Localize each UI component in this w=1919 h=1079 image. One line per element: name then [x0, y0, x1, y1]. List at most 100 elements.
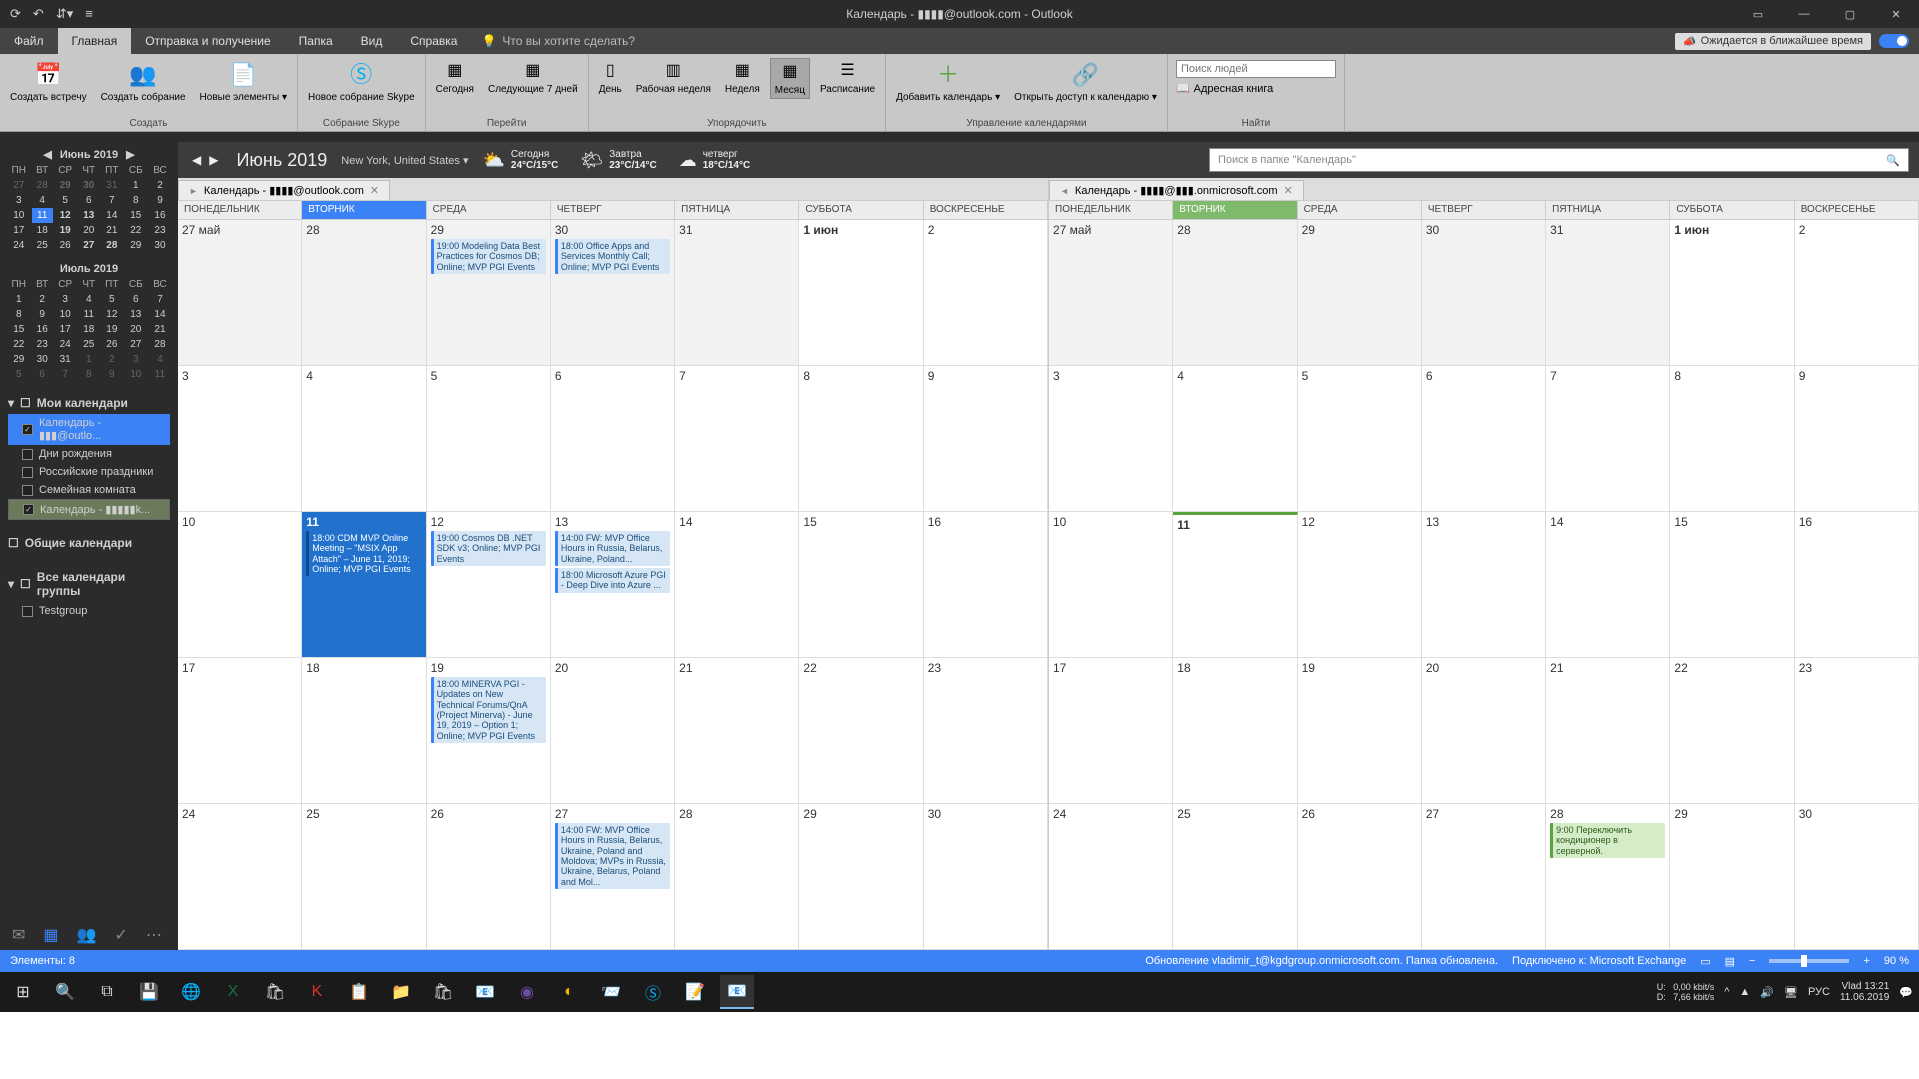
share-calendar-button[interactable]: 🔗Открыть доступ к календарю ▾ [1010, 58, 1161, 105]
more-icon[interactable]: ⋯ [146, 925, 162, 945]
start-button[interactable]: ⊞ [6, 975, 40, 1009]
taskbar-skype[interactable]: Ⓢ [636, 975, 670, 1009]
add-calendar-button[interactable]: ＋Добавить календарь ▾ [892, 58, 1004, 105]
zoom-in-icon[interactable]: + [1863, 955, 1869, 967]
taskbar-explorer[interactable]: 📁 [384, 975, 418, 1009]
taskbar-app[interactable]: ◉ [510, 975, 544, 1009]
taskbar-app[interactable]: 🛍 [426, 975, 460, 1009]
event[interactable]: 14:00 FW: MVP Office Hours in Russia, Be… [555, 531, 670, 566]
workweek-view-button[interactable]: ▥Рабочая неделя [632, 58, 715, 97]
event[interactable]: 18:00 Office Apps and Services Monthly C… [555, 239, 670, 274]
prev-month-icon[interactable]: ◀ [43, 148, 51, 161]
taskbar-outlook[interactable]: 📧 [720, 975, 754, 1009]
event[interactable]: 9:00 Переключить кондиционер в серверной… [1550, 823, 1665, 858]
undo-icon[interactable]: ↶ [33, 6, 44, 22]
month-view-button[interactable]: ▦Месяц [770, 58, 810, 99]
shared-calendars-header[interactable]: ☐Общие календари [8, 532, 170, 554]
month-grid-left[interactable]: 27 май 28 2919:00 Modeling Data Best Pra… [178, 220, 1048, 950]
calendar-nav-icon[interactable]: ▦ [43, 925, 58, 945]
tab-home[interactable]: Главная [58, 28, 132, 54]
tray-language[interactable]: РУС [1808, 986, 1830, 998]
zoom-out-icon[interactable]: − [1749, 955, 1755, 967]
location-selector[interactable]: New York, United States ▾ [341, 154, 468, 167]
tray-volume-icon[interactable]: 🔊 [1760, 986, 1774, 999]
next-icon[interactable]: ▶ [205, 153, 222, 167]
taskbar-store[interactable]: 🛍 [258, 975, 292, 1009]
calendar-holidays[interactable]: Российские праздники [8, 463, 170, 481]
refresh-icon[interactable]: ⟳ [10, 6, 21, 22]
ribbon-display-icon[interactable]: ▭ [1735, 0, 1781, 28]
new-appointment-button[interactable]: 📅Создать встречу [6, 58, 91, 105]
taskbar-app[interactable]: 📨 [594, 975, 628, 1009]
next7days-button[interactable]: ▦Следующие 7 дней [484, 58, 582, 97]
tray-clock[interactable]: Vlad 13:21 11.06.2019 [1840, 981, 1889, 1003]
mini-calendar-june[interactable]: ◀Июнь 2019▶ ПНВТСРЧТПТСБВС 272829303112 … [0, 142, 178, 257]
calendar-outlook[interactable]: ✓Календарь - ▮▮▮@outlo... [8, 414, 170, 445]
tab-file[interactable]: Файл [0, 28, 58, 54]
coming-soon-toggle[interactable] [1879, 34, 1909, 48]
search-button[interactable]: 🔍 [48, 975, 82, 1009]
maximize-icon[interactable]: ▢ [1827, 0, 1873, 28]
taskbar-app[interactable]: 🌐 [174, 975, 208, 1009]
mini-calendar-july[interactable]: Июль 2019 ПНВТСРЧТПТСБВС 1234567 8910111… [0, 257, 178, 386]
event[interactable]: 18:00 CDM MVP Online Meeting – "MSIX App… [306, 531, 421, 576]
tab-help[interactable]: Справка [396, 28, 471, 54]
taskbar-app[interactable]: 💾 [132, 975, 166, 1009]
view-list-icon[interactable]: ▤ [1725, 955, 1735, 968]
week-view-button[interactable]: ▦Неделя [721, 58, 764, 97]
calendar-tab-right[interactable]: ◄ Календарь - ▮▮▮▮@▮▮▮.onmicrosoft.com ✕ [1049, 180, 1304, 200]
taskbar-app[interactable]: 📝 [678, 975, 712, 1009]
tray-network-icon[interactable]: 🖥 [1784, 986, 1798, 999]
prev-icon[interactable]: ◀ [188, 153, 205, 167]
taskbar-edge[interactable]: ◐ [552, 975, 586, 1009]
today-button[interactable]: ▦Сегодня [432, 58, 478, 97]
calendar-tab-left[interactable]: ► Календарь - ▮▮▮▮@outlook.com ✕ [178, 180, 390, 200]
view-normal-icon[interactable]: ▭ [1700, 955, 1710, 968]
next-month-icon[interactable]: ▶ [126, 148, 134, 161]
calendar-testgroup[interactable]: Testgroup [8, 602, 170, 620]
event[interactable]: 18:00 MINERVA PGI - Updates on New Techn… [431, 677, 546, 743]
close-icon[interactable]: ✕ [1873, 0, 1919, 28]
event[interactable]: 14:00 FW: MVP Office Hours in Russia, Be… [555, 823, 670, 889]
taskview-button[interactable]: ⧉ [90, 975, 124, 1009]
close-tab-icon[interactable]: ✕ [1284, 184, 1293, 197]
taskbar-app[interactable]: K [300, 975, 334, 1009]
tab-sendrecv[interactable]: Отправка и получение [131, 28, 284, 54]
taskbar-excel[interactable]: X [216, 975, 250, 1009]
tell-me-search[interactable]: 💡 Что вы хотите сделать? [471, 28, 635, 54]
tab-folder[interactable]: Папка [285, 28, 347, 54]
my-calendars-header[interactable]: ▾☐Мои календари [8, 392, 170, 414]
calendar-search-input[interactable]: Поиск в папке "Календарь" 🔍 [1209, 148, 1909, 172]
tray-app-icon[interactable]: ▲ [1739, 986, 1750, 998]
address-book-button[interactable]: 📖Адресная книга [1176, 82, 1336, 95]
new-items-button[interactable]: 📄Новые элементы ▾ [196, 58, 291, 105]
event[interactable]: 18:00 Microsoft Azure PGI - Deep Dive in… [555, 568, 670, 593]
arrow-right-icon[interactable]: ► [189, 186, 198, 196]
ribbon-collapse-bar[interactable] [0, 132, 1919, 142]
month-grid-right[interactable]: 27 май 28 29 30 31 1 июн 2 3 4 5 6 7 8 9… [1049, 220, 1919, 950]
tab-view[interactable]: Вид [347, 28, 397, 54]
qat-customize-icon[interactable]: ≡ [85, 6, 93, 22]
mail-icon[interactable]: ✉ [12, 925, 25, 945]
arrow-left-icon[interactable]: ◄ [1060, 186, 1069, 196]
day-view-button[interactable]: ▯День [595, 58, 626, 97]
tasks-icon[interactable]: ✓ [114, 925, 127, 945]
qat-dropdown-icon[interactable]: ⇵▾ [56, 6, 73, 22]
zoom-slider[interactable] [1769, 959, 1849, 963]
calendar-family[interactable]: Семейная комната [8, 481, 170, 499]
close-tab-icon[interactable]: ✕ [370, 184, 379, 197]
skype-meeting-button[interactable]: ⓈНовое собрание Skype [304, 58, 419, 105]
schedule-view-button[interactable]: ☰Расписание [816, 58, 879, 97]
calendar-onmicrosoft[interactable]: ✓Календарь - ▮▮▮▮▮k... [8, 499, 170, 520]
taskbar-app[interactable]: 📧 [468, 975, 502, 1009]
people-icon[interactable]: 👥 [77, 925, 97, 945]
new-meeting-button[interactable]: 👥Создать собрание [97, 58, 190, 105]
find-people-input[interactable] [1176, 60, 1336, 78]
calendar-birthdays[interactable]: Дни рождения [8, 445, 170, 463]
taskbar-app[interactable]: 📋 [342, 975, 376, 1009]
minimize-icon[interactable]: — [1781, 0, 1827, 28]
group-calendars-header[interactable]: ▾☐Все календари группы [8, 566, 170, 602]
event[interactable]: 19:00 Modeling Data Best Practices for C… [431, 239, 546, 274]
tray-notifications-icon[interactable]: 💬 [1899, 986, 1913, 999]
event[interactable]: 19:00 Cosmos DB .NET SDK v3; Online; MVP… [431, 531, 546, 566]
